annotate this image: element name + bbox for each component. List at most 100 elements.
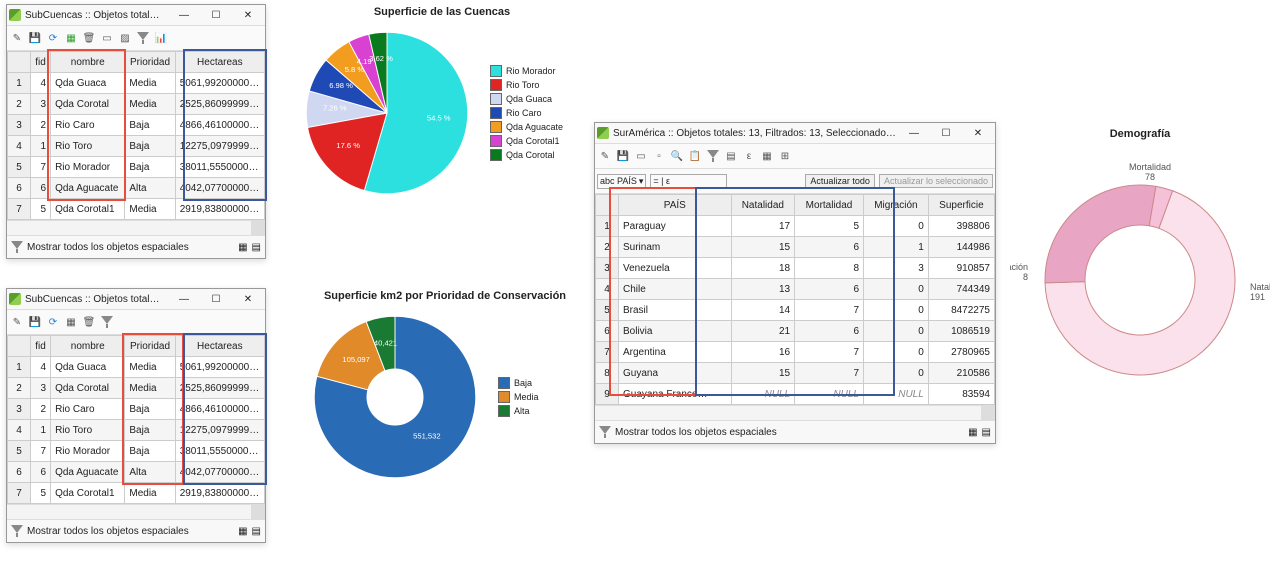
cell-fid[interactable]: 6 (31, 178, 51, 199)
cell-fid[interactable]: 1 (31, 420, 51, 441)
col-hectareas[interactable]: Hectareas (175, 52, 264, 73)
table-row[interactable]: 2 3 Qda Corotal Media 2525,86099999… (8, 378, 265, 399)
col-pais[interactable]: PAÍS (619, 195, 732, 216)
cell-prioridad[interactable]: Media (125, 199, 175, 220)
cell-superficie[interactable]: 83594 (928, 384, 994, 405)
cell-prioridad[interactable]: Baja (125, 115, 175, 136)
cell-pais[interactable]: Chile (619, 279, 732, 300)
cell-prioridad[interactable]: Baja (125, 136, 175, 157)
close-button[interactable]: ✕ (233, 290, 263, 308)
funnel-icon[interactable] (11, 241, 23, 253)
form-view-icon[interactable]: ▤ (252, 526, 261, 537)
maximize-button[interactable]: ☐ (931, 124, 961, 142)
cell-nombre[interactable]: Qda Guaca (51, 73, 125, 94)
table-row[interactable]: 3 2 Rio Caro Baja 4866,46100000… (8, 399, 265, 420)
cell[interactable]: 6 (795, 237, 864, 258)
cell-hectareas[interactable]: 2919,83800000… (175, 199, 264, 220)
cell[interactable]: 17 (731, 216, 794, 237)
field-calc-icon[interactable]: 📊 (153, 30, 169, 46)
table-row[interactable]: 3 Venezuela 1883 910857 (596, 258, 995, 279)
cell-nombre[interactable]: Rio Morador (51, 157, 125, 178)
cell-prioridad[interactable]: Alta (125, 178, 175, 199)
table-row[interactable]: 8 Guyana 1570 210586 (596, 363, 995, 384)
cell-nombre[interactable]: Qda Corotal (51, 94, 125, 115)
cell-superficie[interactable]: 144986 (928, 237, 994, 258)
scrollbar[interactable] (251, 505, 265, 519)
funnel-icon[interactable] (11, 525, 23, 537)
cell-nombre[interactable]: Rio Toro (51, 420, 125, 441)
cell[interactable]: 13 (731, 279, 794, 300)
table-row[interactable]: 4 Chile 1360 744349 (596, 279, 995, 300)
cell-hectareas[interactable]: 2525,86099999… (175, 94, 264, 115)
table-view-icon[interactable]: ▦ (238, 242, 247, 253)
titlebar[interactable]: SubCuencas :: Objetos total… — ☐ ✕ (7, 5, 265, 26)
col-nombre[interactable]: nombre (51, 336, 125, 357)
col-mortalidad[interactable]: Mortalidad (795, 195, 864, 216)
cell[interactable]: 15 (731, 237, 794, 258)
table-row[interactable]: 5 7 Rio Morador Baja 38011,5550000… (8, 441, 265, 462)
table-row[interactable]: 6 6 Qda Aguacate Alta 4042,07700000… (8, 178, 265, 199)
cell-pais[interactable]: Venezuela (619, 258, 732, 279)
cell-hectareas[interactable]: 4042,07700000… (175, 462, 264, 483)
cell[interactable]: 18 (731, 258, 794, 279)
minimize-button[interactable]: — (169, 290, 199, 308)
cell-fid[interactable]: 5 (31, 483, 51, 504)
cell-fid[interactable]: 2 (31, 115, 51, 136)
col-fid[interactable]: fid (31, 52, 51, 73)
status-text[interactable]: Mostrar todos los objetos espaciales (27, 526, 189, 537)
table-row[interactable]: 3 2 Rio Caro Baja 4866,46100000… (8, 115, 265, 136)
cell-nombre[interactable]: Rio Caro (51, 115, 125, 136)
close-button[interactable]: ✕ (963, 124, 993, 142)
cell-hectareas[interactable]: 2525,86099999… (175, 378, 264, 399)
table-row[interactable]: 5 Brasil 1470 8472275 (596, 300, 995, 321)
col-prioridad[interactable]: Prioridad (125, 52, 175, 73)
minimize-button[interactable]: — (169, 6, 199, 24)
col-natalidad[interactable]: Natalidad (731, 195, 794, 216)
cell[interactable]: 8 (795, 258, 864, 279)
cell-pais[interactable]: Surinam (619, 237, 732, 258)
cell[interactable]: 0 (864, 363, 929, 384)
close-button[interactable]: ✕ (233, 6, 263, 24)
cell-prioridad[interactable]: Media (125, 483, 175, 504)
cell-nombre[interactable]: Rio Morador (51, 441, 125, 462)
cell[interactable]: 7 (795, 342, 864, 363)
cell[interactable]: 3 (864, 258, 929, 279)
table-row[interactable]: 7 Argentina 1670 2780965 (596, 342, 995, 363)
refresh-icon[interactable]: ⟳ (45, 30, 61, 46)
filter-icon[interactable] (705, 148, 721, 164)
add-icon[interactable]: ▦ (63, 314, 79, 330)
filter-icon[interactable] (135, 30, 151, 46)
cell-nombre[interactable]: Qda Aguacate (51, 178, 125, 199)
cell-nombre[interactable]: Qda Corotal (51, 378, 125, 399)
cell-nombre[interactable]: Rio Caro (51, 399, 125, 420)
cell[interactable]: 16 (731, 342, 794, 363)
cell-hectareas[interactable]: 12275,0979999… (175, 136, 264, 157)
titlebar[interactable]: SurAmérica :: Objetos totales: 13, Filtr… (595, 123, 995, 144)
cell-nombre[interactable]: Qda Corotal1 (51, 483, 125, 504)
select-icon[interactable]: ▭ (633, 148, 649, 164)
cell-prioridad[interactable]: Baja (125, 441, 175, 462)
table-row[interactable]: 1 4 Qda Guaca Media 5061,99200000… (8, 357, 265, 378)
cell-hectareas[interactable]: 5061,99200000… (175, 73, 264, 94)
cell-fid[interactable]: 5 (31, 199, 51, 220)
cell-hectareas[interactable]: 38011,5550000… (175, 157, 264, 178)
maximize-button[interactable]: ☐ (201, 6, 231, 24)
cell[interactable]: 0 (864, 342, 929, 363)
cell[interactable]: 7 (795, 300, 864, 321)
col-prioridad[interactable]: Prioridad (125, 336, 175, 357)
cell[interactable]: 21 (731, 321, 794, 342)
cell-hectareas[interactable]: 5061,99200000… (175, 357, 264, 378)
col-hectareas[interactable]: Hectareas (175, 336, 264, 357)
cell-fid[interactable]: 7 (31, 441, 51, 462)
cell[interactable]: 7 (795, 363, 864, 384)
cell[interactable]: 14 (731, 300, 794, 321)
table-row[interactable]: 2 Surinam 1561 144986 (596, 237, 995, 258)
cell[interactable]: 0 (864, 300, 929, 321)
cell-hectareas[interactable]: 12275,0979999… (175, 420, 264, 441)
save-icon[interactable]: 💾 (27, 30, 43, 46)
select-icon[interactable]: ▭ (99, 30, 115, 46)
cell-superficie[interactable]: 910857 (928, 258, 994, 279)
col-migracion[interactable]: Migración (864, 195, 929, 216)
cell[interactable]: 0 (864, 321, 929, 342)
add-icon[interactable]: ▦ (63, 30, 79, 46)
